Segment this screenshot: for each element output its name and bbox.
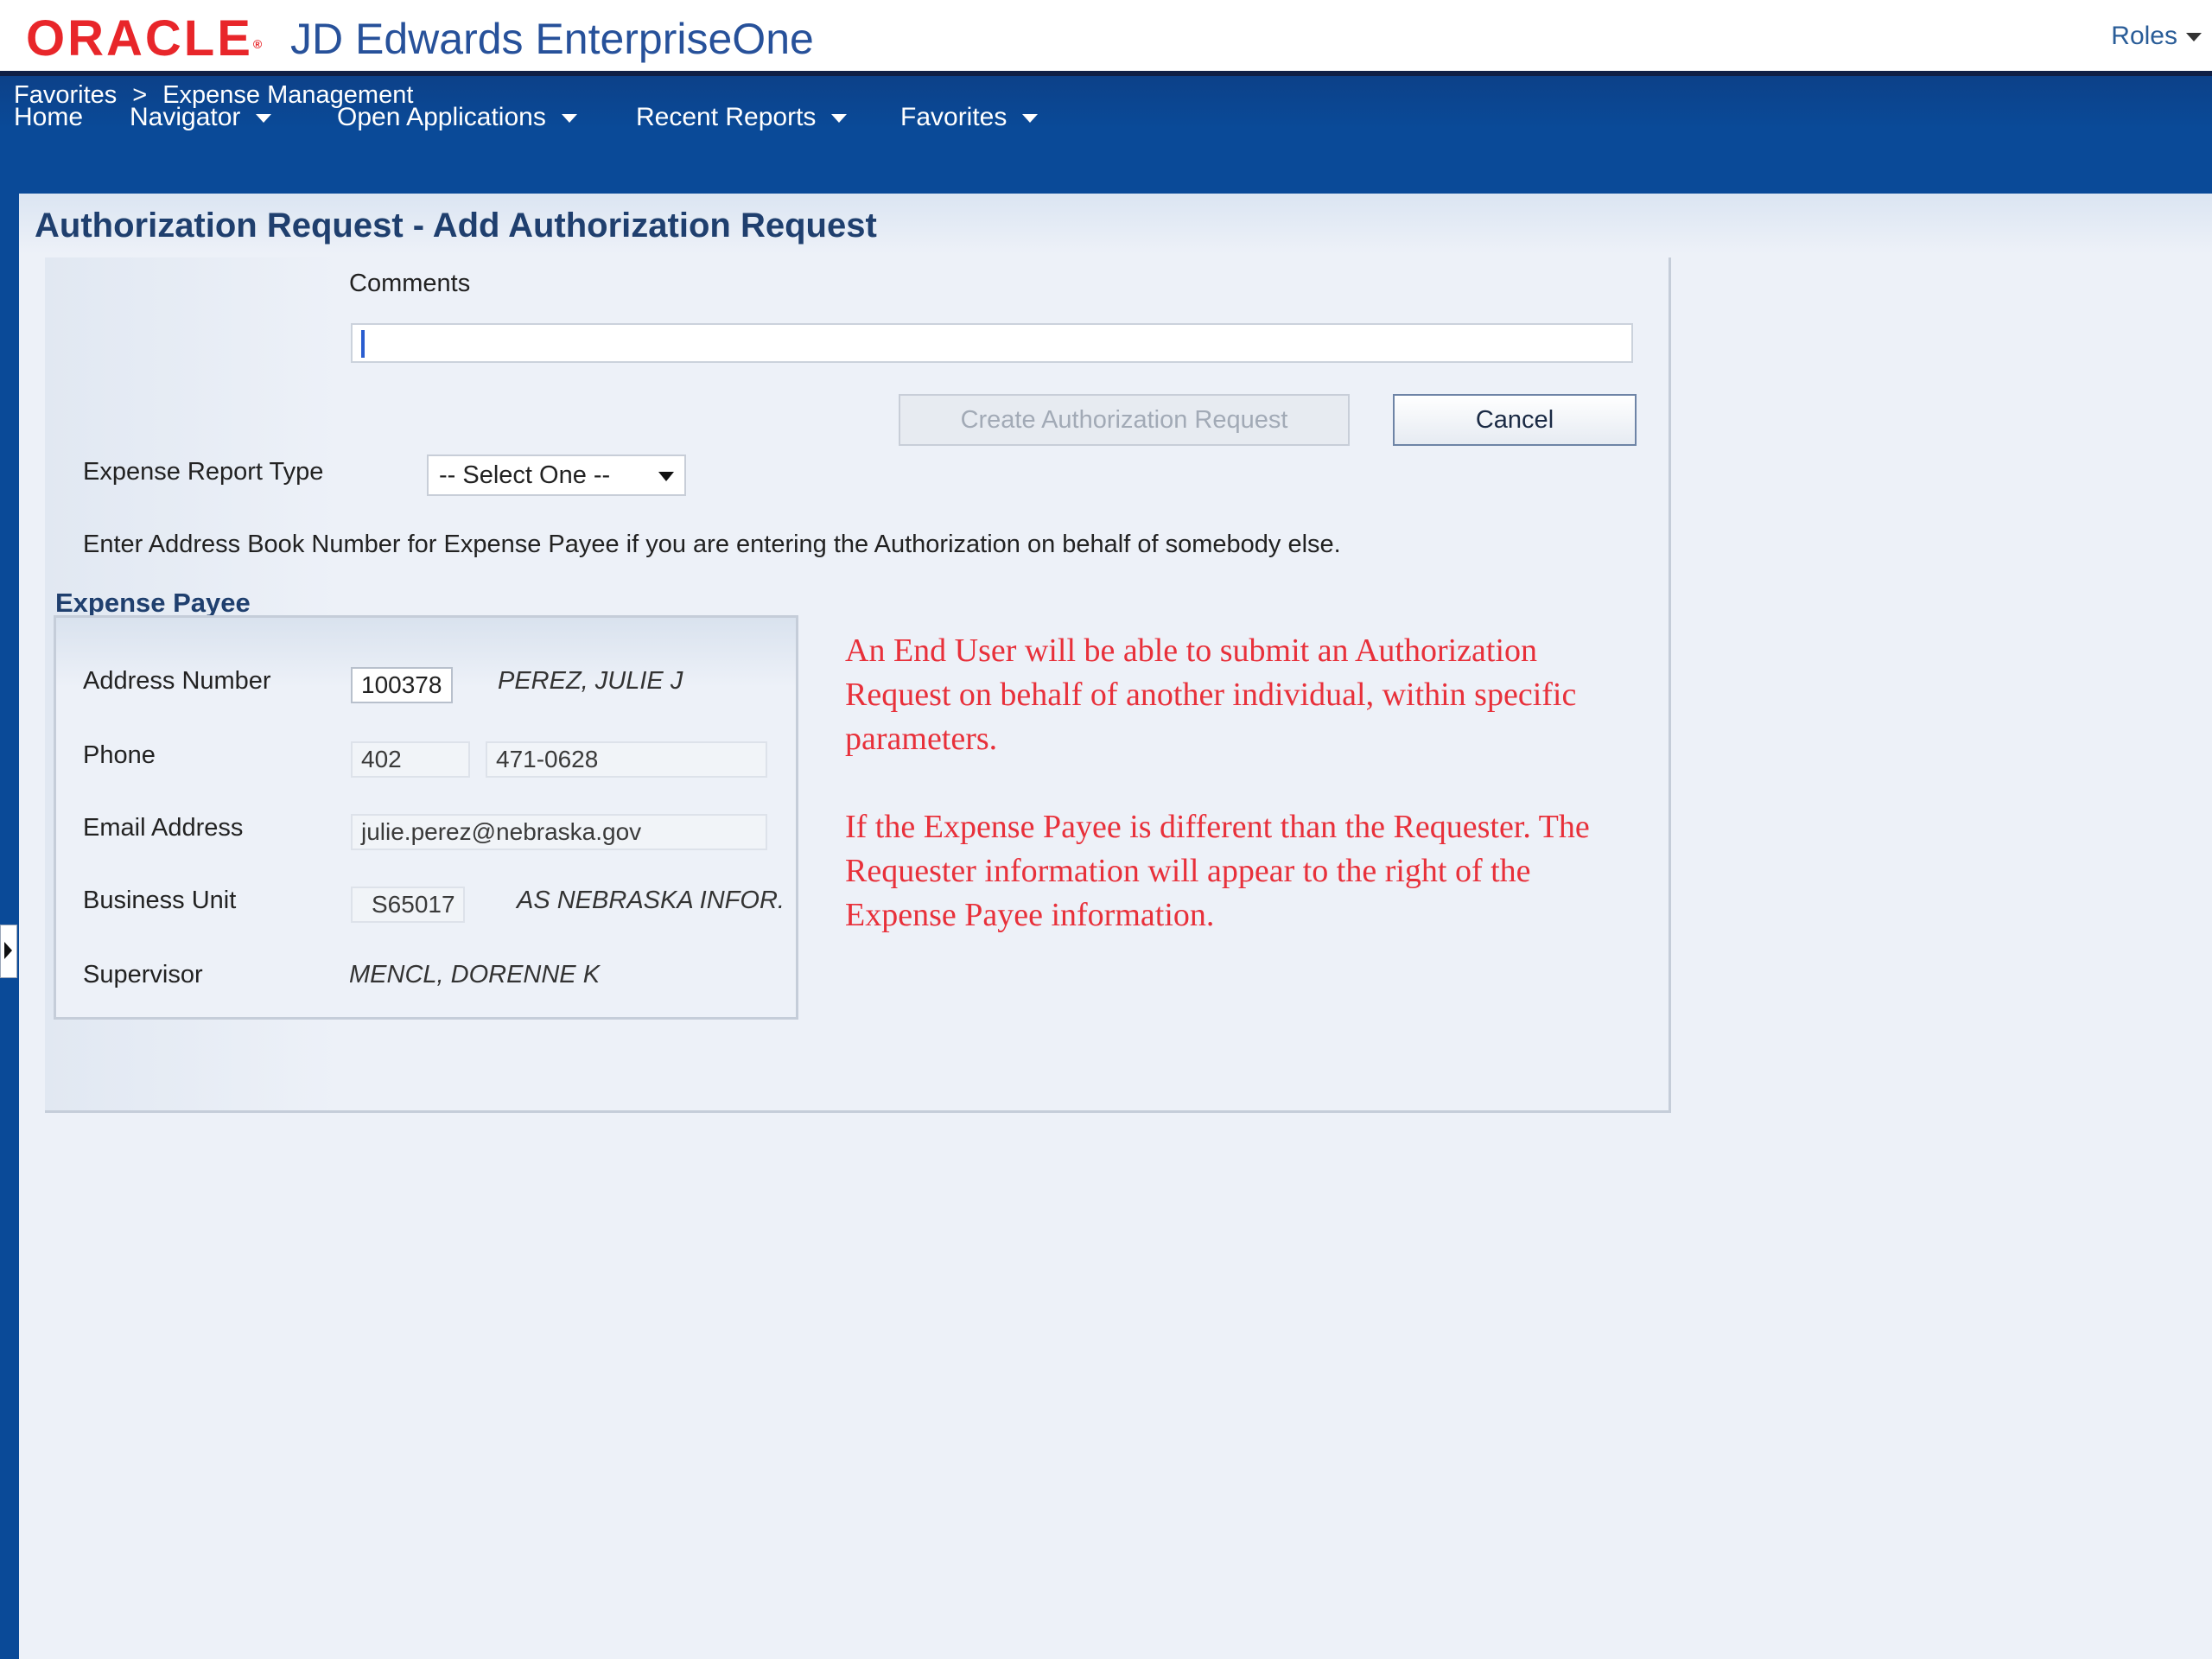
breadcrumb-favorites[interactable]: Favorites xyxy=(14,81,117,109)
comments-label: Comments xyxy=(349,270,471,297)
annotation-note: An End User will be able to submit an Au… xyxy=(845,632,1577,757)
nav-item-favorites[interactable]: Favorites xyxy=(900,100,1039,135)
chevron-down-icon[interactable] xyxy=(658,472,674,481)
text-cursor xyxy=(361,330,365,358)
address-name: PEREZ, JULIE J xyxy=(498,667,683,695)
business-unit-label: Business Unit xyxy=(83,887,237,914)
expense-report-type-label: Expense Report Type xyxy=(83,458,324,486)
chevron-down-icon[interactable] xyxy=(2186,33,2202,41)
email-address: julie.perez@nebraska.gov xyxy=(351,814,767,850)
breadcrumb-expense-management[interactable]: Expense Management xyxy=(162,81,413,109)
chevron-down-icon xyxy=(561,114,577,124)
nav-item-recent-reports[interactable]: Recent Reports xyxy=(636,100,848,135)
chevron-right-icon xyxy=(4,942,12,959)
chevron-down-icon xyxy=(831,114,848,124)
roles-menu[interactable]: Roles xyxy=(2111,19,2177,54)
create-authorization-request-button[interactable]: Create Authorization Request xyxy=(899,394,1350,446)
annotation-note: If the Expense Payee is different than t… xyxy=(845,809,1590,933)
product-name: JD Edwards EnterpriseOne xyxy=(290,15,814,63)
expense-report-type-select[interactable]: -- Select One -- xyxy=(427,454,686,496)
comments-input[interactable] xyxy=(351,323,1633,363)
address-number-input[interactable]: 100378 xyxy=(351,667,453,703)
phone-number: 471-0628 xyxy=(486,741,767,778)
page-title: Authorization Request - Add Authorizatio… xyxy=(35,207,877,245)
breadcrumb: Favorites > Expense Management xyxy=(14,78,413,112)
instruction-text: Enter Address Book Number for Expense Pa… xyxy=(83,531,1341,558)
supervisor-label: Supervisor xyxy=(83,961,203,988)
phone-area-code: 402 xyxy=(351,741,470,778)
oracle-logo: ORACLE® xyxy=(26,10,265,67)
business-unit-name: AS NEBRASKA INFOR. xyxy=(517,887,785,914)
phone-label: Phone xyxy=(83,741,156,769)
chevron-down-icon xyxy=(256,114,272,124)
email-address-label: Email Address xyxy=(83,814,244,842)
supervisor-name: MENCL, DORENNE K xyxy=(349,961,601,988)
breadcrumb-separator: > xyxy=(132,81,148,109)
cancel-button[interactable]: Cancel xyxy=(1393,394,1637,446)
chevron-down-icon xyxy=(1022,114,1039,124)
business-unit: S65017 xyxy=(351,887,465,923)
address-number-label: Address Number xyxy=(83,667,271,695)
